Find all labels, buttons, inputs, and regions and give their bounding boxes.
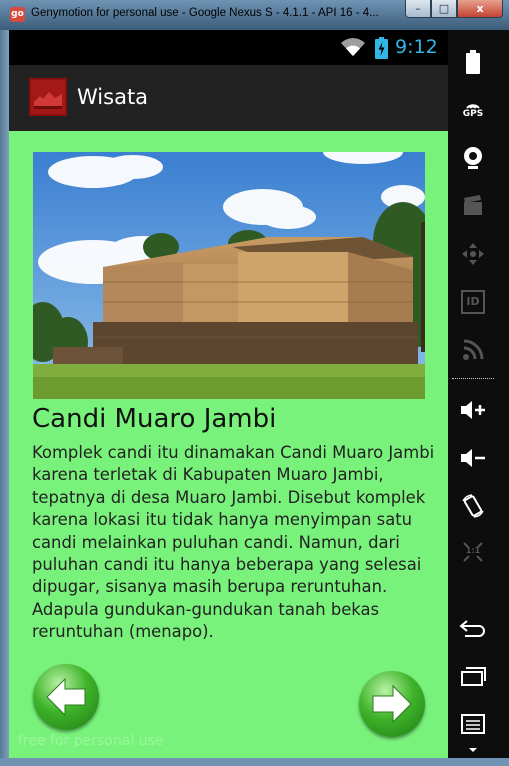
wifi-icon bbox=[341, 38, 365, 56]
battery-charging-icon bbox=[375, 37, 388, 59]
action-bar: Wisata bbox=[9, 65, 448, 131]
window-titlebar: go Genymotion for personal use - Google … bbox=[0, 0, 509, 30]
scroll-down-icon[interactable] bbox=[448, 744, 498, 756]
app-title: Wisata bbox=[77, 85, 149, 109]
gps-label: GPS bbox=[462, 109, 484, 119]
scale-label: 1:1 bbox=[465, 546, 481, 555]
previous-button[interactable] bbox=[33, 664, 99, 730]
watermark-text: free for personal use bbox=[18, 733, 164, 749]
battery-icon[interactable] bbox=[448, 48, 498, 76]
app-logo-icon[interactable] bbox=[29, 78, 67, 116]
window-title: Genymotion for personal use - Google Nex… bbox=[31, 7, 379, 19]
volume-down-icon[interactable] bbox=[448, 444, 498, 472]
window-frame-left bbox=[0, 30, 9, 766]
next-button[interactable] bbox=[359, 671, 425, 737]
pixel-perfect-icon[interactable]: 1:1 bbox=[448, 538, 498, 566]
rotate-icon[interactable] bbox=[448, 491, 498, 521]
back-icon[interactable] bbox=[448, 614, 498, 642]
arrow-right-icon bbox=[372, 684, 412, 724]
window-controls: – □ x bbox=[405, 0, 503, 19]
side-panel-separator bbox=[452, 378, 494, 379]
maximize-button[interactable]: □ bbox=[431, 0, 457, 18]
place-title: Candi Muaro Jambi bbox=[32, 404, 277, 434]
dpad-icon[interactable] bbox=[448, 240, 498, 268]
genymotion-app-icon: go bbox=[10, 7, 25, 22]
device-id-label: ID bbox=[461, 290, 485, 314]
place-description: Komplek candi itu dinamakan Candi Muaro … bbox=[32, 443, 435, 642]
window-frame-bottom bbox=[0, 758, 509, 766]
rss-icon[interactable] bbox=[448, 336, 498, 364]
device-id-icon[interactable]: ID bbox=[448, 288, 498, 316]
minimize-button[interactable]: – bbox=[405, 0, 431, 18]
status-bar: 9:12 bbox=[9, 30, 448, 65]
status-clock: 9:12 bbox=[395, 36, 438, 58]
recent-apps-icon[interactable] bbox=[448, 662, 498, 690]
close-button[interactable]: x bbox=[457, 0, 503, 18]
emulator-side-panel: GPS ID 1:1 bbox=[448, 30, 509, 758]
arrow-left-icon bbox=[46, 677, 86, 717]
content-area: Candi Muaro Jambi Komplek candi itu dina… bbox=[9, 131, 448, 758]
temple-photo bbox=[33, 152, 425, 399]
screencast-icon[interactable] bbox=[448, 192, 498, 220]
webcam-icon[interactable] bbox=[448, 144, 498, 172]
volume-up-icon[interactable] bbox=[448, 396, 498, 424]
menu-icon[interactable] bbox=[448, 710, 498, 738]
gps-icon[interactable]: GPS bbox=[448, 96, 498, 124]
